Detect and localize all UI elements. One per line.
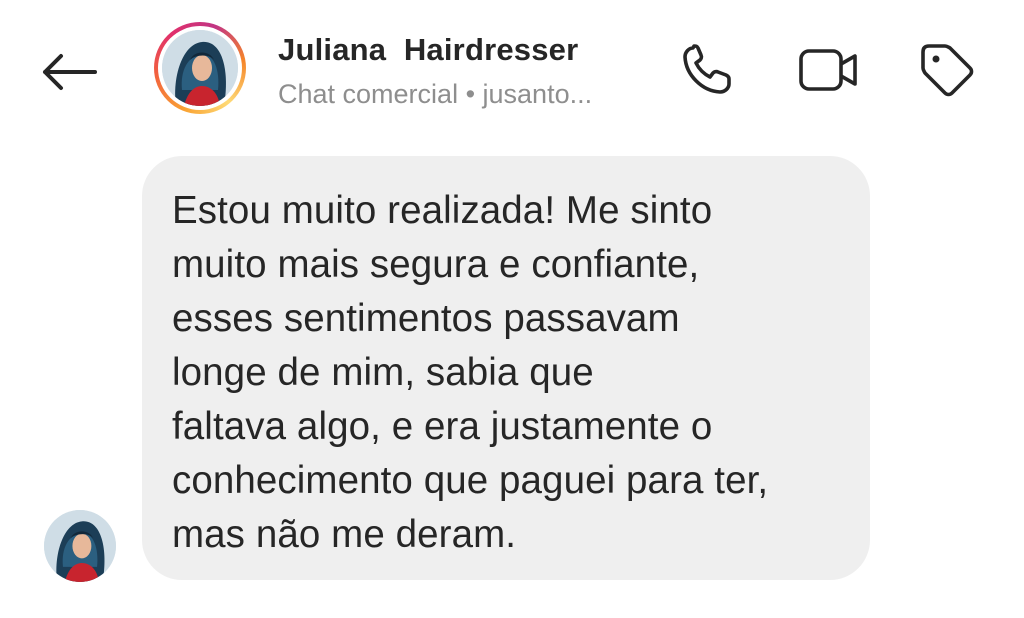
message-line: conhecimento que paguei para ter, bbox=[172, 459, 769, 502]
message-line: muito mais segura e confiante, bbox=[172, 243, 700, 286]
contact-info[interactable]: Juliana Hairdresser Chat comercial • jus… bbox=[278, 30, 658, 112]
sender-avatar[interactable] bbox=[44, 510, 116, 582]
message-line: faltava algo, e era justamente o bbox=[172, 405, 713, 448]
audio-call-button[interactable] bbox=[675, 38, 739, 102]
avatar bbox=[162, 30, 238, 106]
contact-name: Juliana Hairdresser bbox=[278, 32, 579, 67]
message-line: Estou muito realizada! Me sinto bbox=[172, 189, 713, 232]
message-bubble[interactable]: Estou muito realizada! Me sinto muito ma… bbox=[142, 156, 870, 580]
back-button[interactable] bbox=[36, 46, 102, 98]
message-line: mas não me deram. bbox=[172, 513, 517, 556]
video-camera-icon bbox=[799, 49, 857, 91]
phone-icon bbox=[683, 44, 731, 94]
avatar-gap bbox=[158, 26, 242, 110]
profile-avatar-ring[interactable] bbox=[154, 22, 246, 114]
chat-screen: Juliana Hairdresser Chat comercial • jus… bbox=[0, 0, 1024, 618]
arrow-left-icon bbox=[43, 54, 97, 90]
message-text: Estou muito realizada! Me sinto muito ma… bbox=[172, 184, 850, 562]
video-call-button[interactable] bbox=[797, 38, 861, 102]
contact-subtitle: Chat comercial • jusanto... bbox=[278, 79, 593, 109]
label-button[interactable] bbox=[915, 38, 979, 102]
tag-icon bbox=[921, 44, 974, 97]
message-line: longe de mim, sabia que bbox=[172, 351, 594, 394]
message-line: esses sentimentos passavam bbox=[172, 297, 680, 340]
